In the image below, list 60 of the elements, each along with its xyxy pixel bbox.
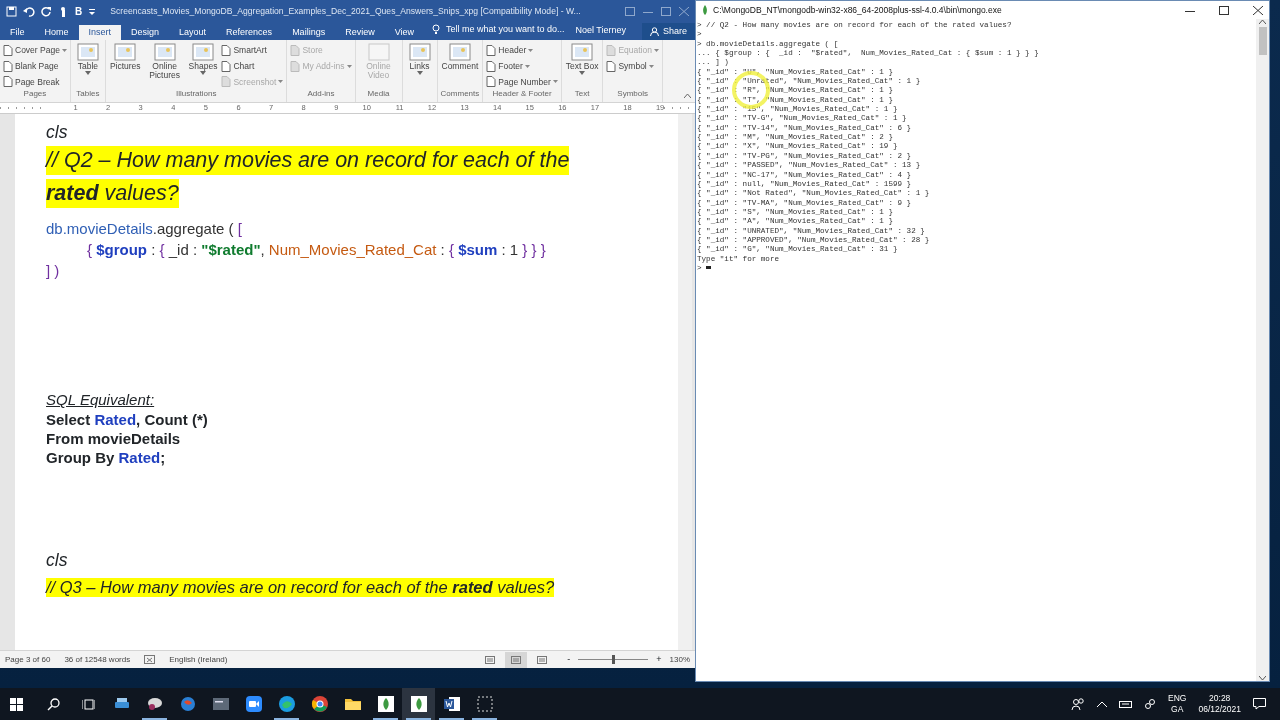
ribbon-button[interactable]: Online Pictures xyxy=(144,42,185,89)
group-label: Illustrations xyxy=(174,88,218,101)
window-title: Screencasts_Movies_MongoDB_Aggregation_Examples_Dec_2021_Ques_Answers_Snips_xpg [Compatibility Mode] - W... xyxy=(110,4,581,18)
ribbon-button[interactable]: Page Number xyxy=(486,75,558,89)
ribbon-tab[interactable]: Insert xyxy=(78,25,122,40)
doc-paragraph: SQL Equivalent: xyxy=(46,391,156,409)
group-label: Pages xyxy=(22,88,48,101)
ribbon-button[interactable]: Footer xyxy=(486,59,558,73)
ribbon-button[interactable]: Links xyxy=(405,42,434,88)
share-button[interactable]: Share xyxy=(641,23,695,40)
code-line: db.movieDetails.aggregate ( [ xyxy=(46,219,243,237)
doc-paragraph: Group By Rated; xyxy=(46,449,167,467)
group-label: Comments xyxy=(440,88,480,100)
ribbon-tab[interactable]: Layout xyxy=(169,25,217,40)
clock[interactable]: 20:28 06/12/2021 xyxy=(1198,692,1241,716)
ribbon-button[interactable]: Blank Page xyxy=(3,59,67,73)
ribbon-button[interactable]: Chart xyxy=(221,59,284,73)
bold-button[interactable]: B xyxy=(75,3,83,19)
highlighted-text: rated values? xyxy=(46,178,179,208)
ribbon-button[interactable]: Symbol xyxy=(606,59,659,73)
highlighted-text: // Q2 – How many movies are on record for each of the xyxy=(46,146,570,175)
word-count: 36 of 12548 words xyxy=(64,653,131,666)
window-title: C:\MongoDB_NT\mongodb-win32-x86_64-2008plus-ssl-4.0.4\bin\mongo.exe xyxy=(713,3,1002,17)
ribbon-tab[interactable]: References xyxy=(216,25,283,40)
ribbon-button[interactable]: Comment xyxy=(440,42,480,88)
doc-paragraph: cls xyxy=(46,122,69,143)
group-label: Header & Footer xyxy=(491,88,553,101)
user-name: Noel Tierney xyxy=(575,23,626,37)
zoom-in-button[interactable]: + xyxy=(656,652,662,667)
page-count: Page 3 of 60 xyxy=(5,653,51,666)
code-line: { $group : { _id : "$rated", Num_Movies_Rated_Cat : { $sum : 1 } } } xyxy=(86,240,547,259)
ribbon-tab[interactable]: View xyxy=(384,25,424,40)
group-label: Add-ins xyxy=(306,88,336,100)
group-label: Text xyxy=(573,88,591,100)
group-label: Tables xyxy=(75,88,101,100)
ribbon-button[interactable]: Table xyxy=(73,42,102,88)
ribbon-button[interactable]: Shapes xyxy=(187,42,219,89)
highlighted-text: // Q3 – How many movies are on record for each of the rated values? xyxy=(46,578,555,598)
group-label: Media xyxy=(366,88,391,100)
doc-paragraph: cls xyxy=(46,550,69,571)
zoom-out-button[interactable]: - xyxy=(567,652,571,667)
doc-paragraph: Select Rated, Count (*) xyxy=(46,410,209,428)
ribbon-button[interactable]: Page Break xyxy=(3,75,67,89)
code-line: ] ) xyxy=(46,262,61,280)
language-label: English (Ireland) xyxy=(169,653,228,666)
group-label: Symbols xyxy=(616,88,650,100)
ribbon-button[interactable]: Pictures xyxy=(108,42,142,89)
ribbon-button[interactable]: SmartArt xyxy=(221,44,284,57)
ribbon-tab[interactable]: Review xyxy=(335,25,385,40)
zoom-level: 130% xyxy=(669,653,690,666)
tell-me-field[interactable]: Tell me what you want to do... xyxy=(432,21,574,40)
doc-paragraph: From movieDetails xyxy=(46,429,182,448)
input-language[interactable]: ENG GA xyxy=(1168,692,1187,716)
ribbon-tab[interactable]: Design xyxy=(121,25,170,40)
ribbon-button[interactable]: Text Box xyxy=(564,42,600,88)
ribbon-tab[interactable]: Home xyxy=(34,25,79,40)
ribbon-button[interactable]: Header xyxy=(486,44,558,57)
ribbon-tab[interactable]: File xyxy=(0,25,35,40)
ribbon-tab[interactable]: Mailings xyxy=(282,25,336,40)
ribbon-button[interactable]: Cover Page xyxy=(3,44,67,57)
